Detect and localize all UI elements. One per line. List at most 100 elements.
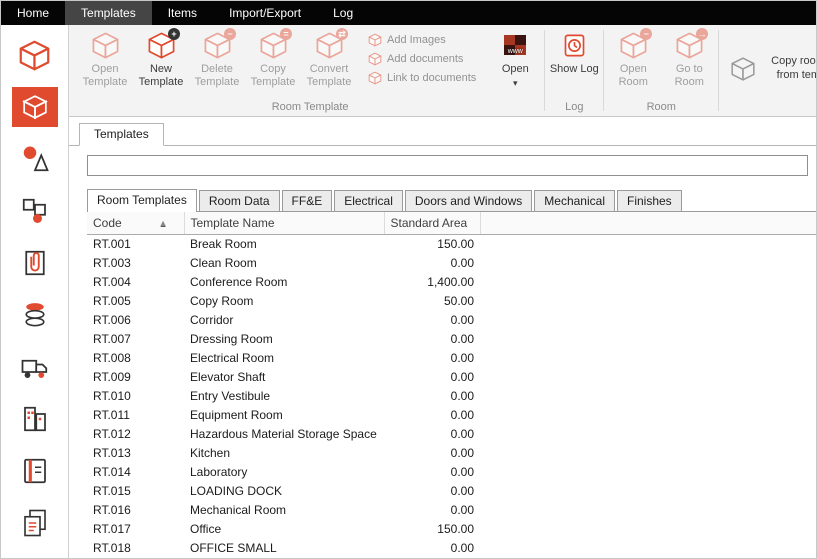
- dropdown-caret-icon: ▾: [513, 79, 518, 87]
- document-tab-templates[interactable]: Templates: [79, 123, 164, 146]
- table-row[interactable]: RT.010Entry Vestibule0.00: [87, 387, 816, 406]
- column-header-template-name[interactable]: Template Name: [184, 212, 384, 234]
- row-code: RT.007: [87, 330, 184, 349]
- building-icon: [20, 404, 50, 434]
- row-code: RT.004: [87, 273, 184, 292]
- sidebar-item-buildings[interactable]: [12, 399, 58, 439]
- copy-room-data-icon: [728, 54, 758, 84]
- table-row[interactable]: RT.018OFFICE SMALL0.00: [87, 539, 816, 558]
- row-template-name: Electrical Room: [184, 349, 384, 368]
- row-filler: [480, 463, 816, 482]
- sidebar-item-shapes[interactable]: [12, 139, 58, 179]
- table-row[interactable]: RT.015LOADING DOCK0.00: [87, 482, 816, 501]
- table-row[interactable]: RT.013Kitchen0.00: [87, 444, 816, 463]
- table-row[interactable]: RT.014Laboratory0.00: [87, 463, 816, 482]
- items-group-icon: [20, 196, 50, 226]
- new-template-icon: +: [146, 30, 176, 60]
- sidebar-item-reports[interactable]: [12, 503, 58, 543]
- table-row[interactable]: RT.016Mechanical Room0.00: [87, 501, 816, 520]
- row-standard-area: 0.00: [384, 501, 480, 520]
- equals-badge-icon: =: [280, 28, 292, 40]
- open-template-button[interactable]: Open Template: [77, 25, 133, 88]
- row-filler: [480, 482, 816, 501]
- column-header-standard-area[interactable]: Standard Area: [384, 212, 480, 234]
- row-code: RT.015: [87, 482, 184, 501]
- table-row[interactable]: RT.017Office150.00: [87, 520, 816, 539]
- menubar: Home Templates Items Import/Export Log: [1, 1, 816, 25]
- menu-import-export[interactable]: Import/Export: [213, 1, 317, 25]
- open-www-button[interactable]: www Open ▾: [487, 25, 543, 87]
- tab-doors-and-windows[interactable]: Doors and Windows: [405, 190, 532, 211]
- row-filler: [480, 387, 816, 406]
- copy-template-icon: =: [258, 30, 288, 60]
- tab-electrical[interactable]: Electrical: [334, 190, 403, 211]
- filter-input[interactable]: [87, 155, 808, 176]
- tab-ffe[interactable]: FF&E: [282, 190, 333, 211]
- menu-home[interactable]: Home: [1, 1, 65, 25]
- link-to-documents-button[interactable]: Link to documents: [368, 71, 476, 85]
- row-template-name: Conference Room: [184, 273, 384, 292]
- row-filler: [480, 539, 816, 558]
- sidebar-item-items[interactable]: [12, 191, 58, 231]
- row-code: RT.009: [87, 368, 184, 387]
- sidebar-item-attachments[interactable]: [12, 243, 58, 283]
- tab-room-data[interactable]: Room Data: [199, 190, 280, 211]
- row-filler: [480, 406, 816, 425]
- table-row[interactable]: RT.008Electrical Room0.00: [87, 349, 816, 368]
- tab-room-templates[interactable]: Room Templates: [87, 189, 197, 212]
- row-template-name: Mechanical Room: [184, 501, 384, 520]
- row-code: RT.010: [87, 387, 184, 406]
- row-code: RT.012: [87, 425, 184, 444]
- table-row[interactable]: RT.003Clean Room0.00: [87, 254, 816, 273]
- table-row[interactable]: RT.011Equipment Room0.00: [87, 406, 816, 425]
- table-row[interactable]: RT.012Hazardous Material Storage Space0.…: [87, 425, 816, 444]
- table-row[interactable]: RT.009Elevator Shaft0.00: [87, 368, 816, 387]
- table-row[interactable]: RT.001Break Room150.00: [87, 234, 816, 254]
- table-row[interactable]: RT.004Conference Room1,400.00: [87, 273, 816, 292]
- row-template-name: Elevator Shaft: [184, 368, 384, 387]
- row-code: RT.011: [87, 406, 184, 425]
- tab-mechanical[interactable]: Mechanical: [534, 190, 615, 211]
- sidebar-item-templates[interactable]: [12, 87, 58, 127]
- go-to-room-button[interactable]: → Go to Room: [661, 25, 717, 88]
- row-template-name: Laboratory: [184, 463, 384, 482]
- column-header-code[interactable]: Code ▲: [87, 212, 184, 234]
- row-filler: [480, 292, 816, 311]
- show-log-button[interactable]: Show Log: [546, 25, 602, 76]
- sidebar-item-logistics[interactable]: [12, 347, 58, 387]
- documents-icon: [20, 508, 50, 538]
- attachment-icon: [20, 248, 50, 278]
- table-row[interactable]: RT.006Corridor0.00: [87, 311, 816, 330]
- row-template-name: LOADING DOCK: [184, 482, 384, 501]
- menu-templates[interactable]: Templates: [65, 1, 152, 25]
- row-standard-area: 0.00: [384, 349, 480, 368]
- row-template-name: Corridor: [184, 311, 384, 330]
- row-template-name: Copy Room: [184, 292, 384, 311]
- tab-finishes[interactable]: Finishes: [617, 190, 682, 211]
- table-row[interactable]: RT.007Dressing Room0.00: [87, 330, 816, 349]
- copy-template-button[interactable]: = Copy Template: [245, 25, 301, 88]
- row-standard-area: 0.00: [384, 368, 480, 387]
- row-standard-area: 0.00: [384, 311, 480, 330]
- convert-template-button[interactable]: ⇄ Convert Template: [301, 25, 357, 88]
- truck-icon: [20, 352, 50, 382]
- sidebar-item-project[interactable]: [12, 35, 58, 75]
- group-label-log: Log: [546, 100, 602, 116]
- new-template-button[interactable]: + New Template: [133, 25, 189, 88]
- ribbon-group-log: Show Log Log: [546, 25, 602, 116]
- sidebar-item-cost-data[interactable]: [12, 295, 58, 335]
- menu-items[interactable]: Items: [152, 1, 213, 25]
- go-to-room-icon: →: [674, 30, 704, 60]
- row-standard-area: 150.00: [384, 234, 480, 254]
- delete-template-button[interactable]: − Delete Template: [189, 25, 245, 88]
- table-row[interactable]: RT.005Copy Room50.00: [87, 292, 816, 311]
- add-documents-button[interactable]: Add documents: [368, 52, 476, 66]
- open-room-button[interactable]: − Open Room: [605, 25, 661, 88]
- sidebar-item-catalog[interactable]: [12, 451, 58, 491]
- row-standard-area: 150.00: [384, 520, 480, 539]
- menu-log[interactable]: Log: [317, 1, 369, 25]
- add-images-button[interactable]: Add Images: [368, 33, 476, 47]
- copy-room-data-button[interactable]: Copy room data from template ▾: [720, 25, 816, 112]
- ribbon-group-copy-room-data: Copy room data from template ▾: [720, 25, 816, 116]
- row-standard-area: 0.00: [384, 330, 480, 349]
